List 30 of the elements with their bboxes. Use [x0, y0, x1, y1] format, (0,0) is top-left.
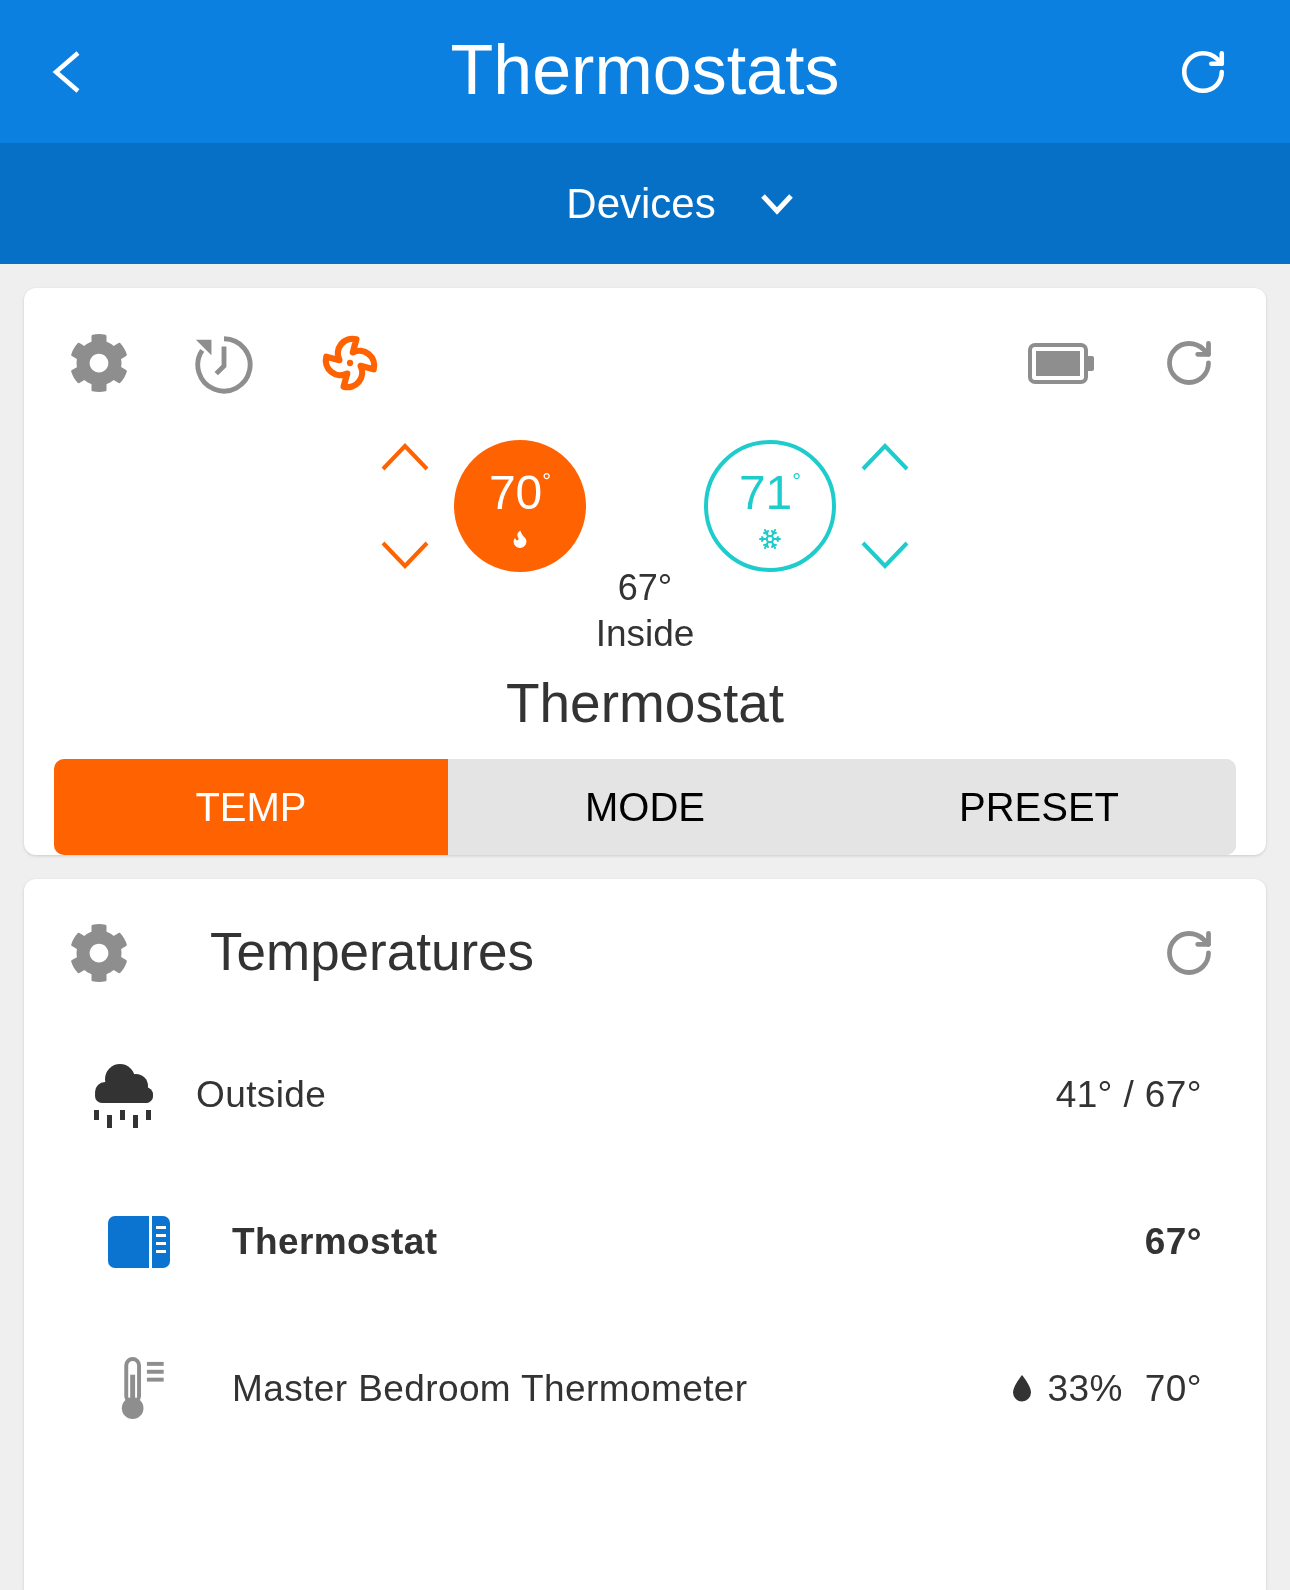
humidity-drop-icon	[1011, 1375, 1032, 1402]
setpoint-value: 70$^{°}$	[488, 469, 552, 517]
chevron-down-icon[interactable]	[380, 540, 430, 570]
sensor-name: Master Bedroom Thermometer	[232, 1370, 748, 1407]
chevron-up-icon[interactable]	[380, 442, 430, 472]
chevron-down-icon[interactable]	[860, 540, 910, 570]
sensor-name: Outside	[196, 1076, 327, 1113]
snowflake-icon	[758, 527, 782, 551]
temperature-reading: 41° / 67°	[1055, 1076, 1202, 1113]
thermostat-icon	[108, 1215, 170, 1268]
temperature-reading: 67°	[1144, 1223, 1202, 1260]
humidity-reading: 33%	[1047, 1370, 1123, 1407]
section-title: Temperatures	[210, 924, 535, 982]
temperature-reading: 70°	[1144, 1370, 1202, 1407]
inside-temperature: 67°	[616, 570, 674, 606]
chevron-up-icon[interactable]	[860, 442, 910, 472]
battery-icon	[1028, 342, 1094, 384]
devices-dropdown[interactable]: Devices	[566, 182, 794, 225]
back-icon[interactable]	[51, 49, 81, 94]
fan-icon[interactable]	[321, 334, 379, 392]
sensor-name: Thermostat	[232, 1223, 438, 1260]
setpoint-value: 71$^{°}$	[738, 469, 802, 517]
inside-label: Inside	[594, 615, 696, 652]
device-name: Thermostat	[504, 676, 786, 731]
heat-setpoint[interactable]: 70$^{°}$	[454, 440, 586, 572]
page-title: Thermostats	[449, 34, 841, 109]
thermometer-icon	[119, 1357, 165, 1420]
tab[interactable]: TEMP	[54, 759, 448, 855]
settings-icon[interactable]	[69, 923, 129, 983]
settings-icon[interactable]	[69, 333, 129, 393]
